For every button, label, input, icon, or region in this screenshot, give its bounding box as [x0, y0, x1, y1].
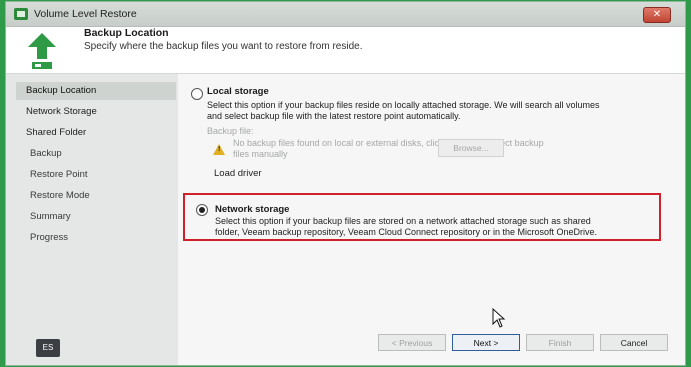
local-storage-label: Local storage — [207, 86, 269, 97]
no-backup-warning-line2: files manually — [233, 149, 288, 159]
next-button[interactable]: Next > — [452, 334, 520, 351]
finish-button[interactable]: Finish — [526, 334, 594, 351]
page-title: Backup Location — [84, 27, 169, 39]
load-driver-link[interactable]: Load driver — [214, 168, 262, 179]
mouse-cursor-icon — [492, 308, 506, 328]
local-storage-desc-line1: Select this option if your backup files … — [207, 100, 600, 110]
wizard-steps-sidebar: Backup Location Network Storage Shared F… — [6, 74, 178, 365]
title-bar: Volume Level Restore ✕ — [6, 2, 685, 27]
step-network-storage[interactable]: Network Storage — [16, 103, 176, 121]
step-progress[interactable]: Progress — [16, 229, 176, 247]
local-storage-desc-line2: and select backup file with the latest r… — [207, 111, 461, 121]
previous-button[interactable]: < Previous — [378, 334, 446, 351]
step-restore-mode[interactable]: Restore Mode — [16, 187, 176, 205]
warning-icon: ! — [213, 144, 225, 155]
app-icon — [14, 8, 28, 20]
step-backup[interactable]: Backup — [16, 145, 176, 163]
browse-button[interactable]: Browse... — [438, 139, 504, 157]
network-storage-highlight — [183, 193, 661, 241]
window-title: Volume Level Restore — [34, 8, 137, 20]
volume-level-restore-window: Volume Level Restore ✕ Backup Location S… — [6, 2, 685, 365]
step-backup-location[interactable]: Backup Location — [16, 82, 176, 100]
language-indicator[interactable]: ES — [36, 339, 60, 357]
step-restore-point[interactable]: Restore Point — [16, 166, 176, 184]
backup-file-label: Backup file: — [207, 126, 254, 136]
page-subtitle: Specify where the backup files you want … — [84, 41, 363, 52]
step-summary[interactable]: Summary — [16, 208, 176, 226]
cancel-button[interactable]: Cancel — [600, 334, 668, 351]
upload-arrow-icon — [28, 33, 56, 69]
step-shared-folder[interactable]: Shared Folder — [16, 124, 176, 142]
wizard-header: Backup Location Specify where the backup… — [6, 27, 685, 74]
local-storage-radio[interactable] — [191, 88, 203, 100]
close-button[interactable]: ✕ — [643, 7, 671, 23]
